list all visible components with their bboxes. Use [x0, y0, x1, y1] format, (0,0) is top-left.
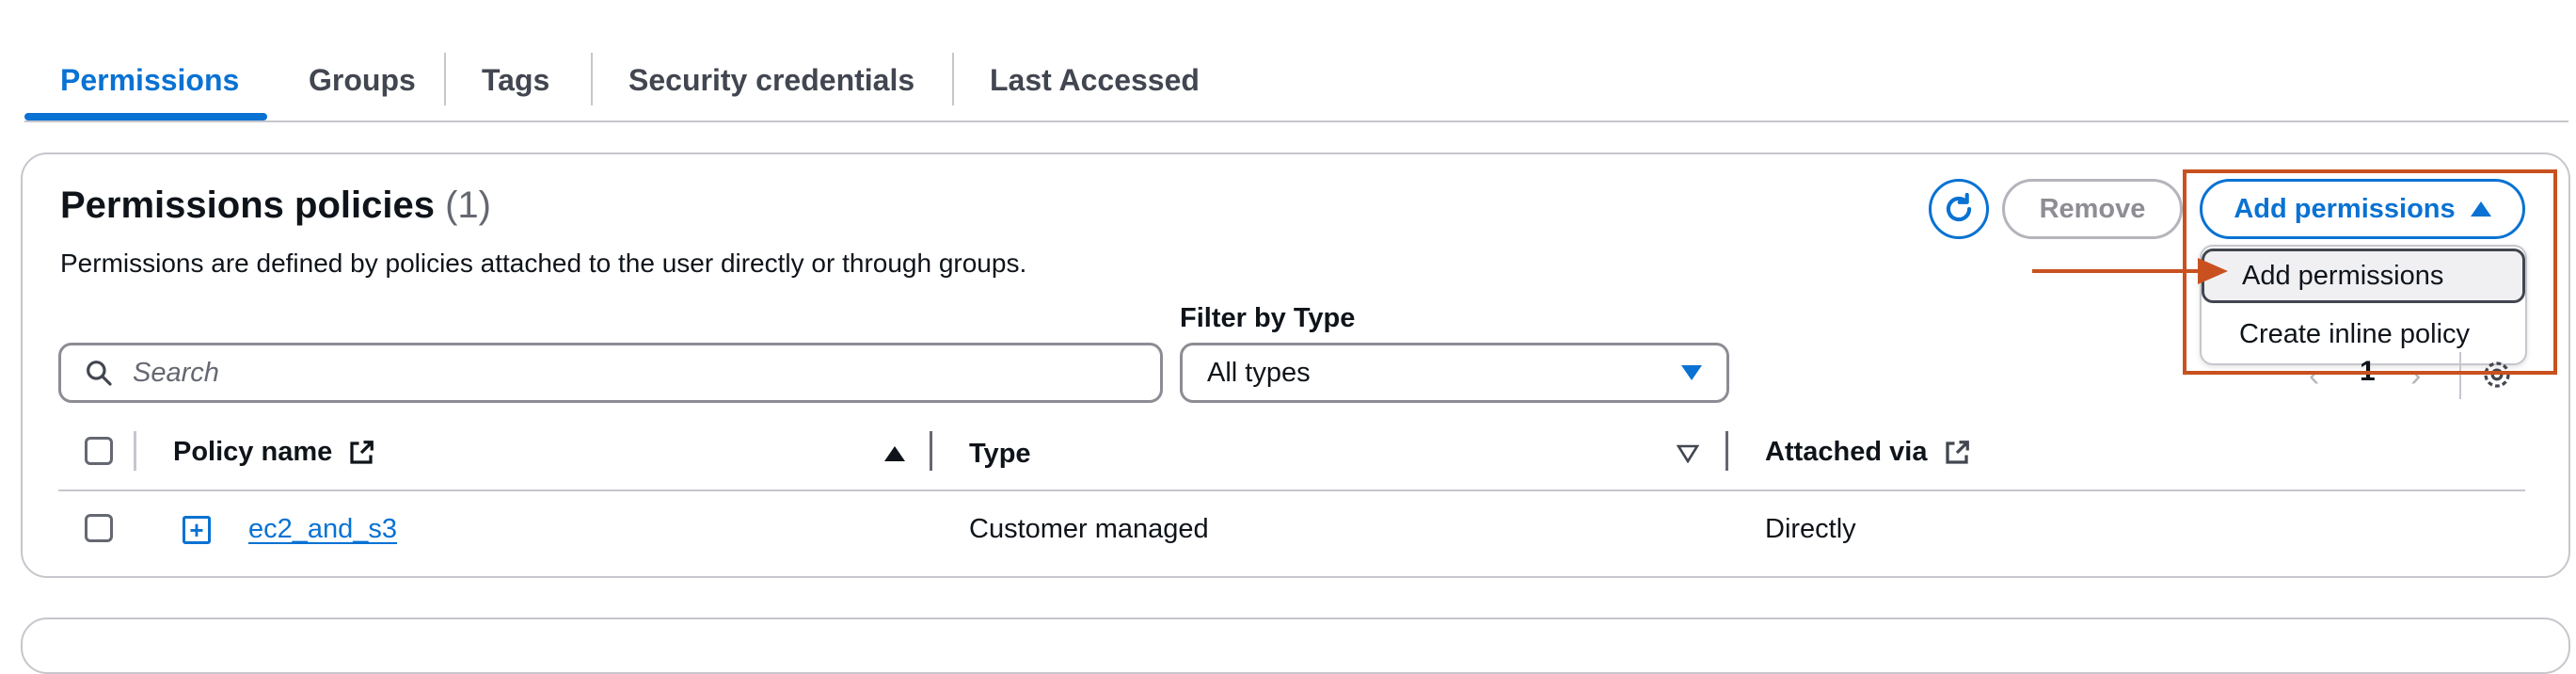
external-link-icon — [1945, 441, 1969, 464]
remove-button[interactable]: Remove — [2002, 179, 2183, 239]
select-all-checkbox[interactable] — [85, 437, 113, 465]
panel-description: Permissions are defined by policies atta… — [60, 249, 1027, 278]
annotation-arrow-icon — [2032, 258, 2228, 284]
active-tab-indicator — [24, 113, 267, 120]
refresh-icon — [1946, 192, 1972, 222]
highlight-box — [2183, 169, 2557, 375]
search-field[interactable] — [58, 343, 1163, 403]
tab-permissions[interactable]: Permissions — [24, 40, 275, 120]
table-header-divider — [58, 489, 2525, 491]
row-checkbox[interactable] — [85, 514, 113, 542]
tab-tags[interactable]: Tags — [446, 40, 585, 120]
panel-title: Permissions policies (1) — [60, 185, 491, 227]
search-input[interactable] — [131, 356, 1156, 390]
type-filter-select[interactable]: All types — [1180, 343, 1729, 403]
tab-bar: Permissions Groups Tags Security credent… — [24, 40, 2568, 122]
column-header-attached-via[interactable]: Attached via — [1765, 437, 1971, 468]
attached-via-cell: Directly — [1765, 514, 1856, 544]
caret-down-icon — [1681, 365, 1702, 380]
attached-via-header-label: Attached via — [1765, 437, 1928, 467]
column-header-type[interactable]: Type — [969, 439, 1031, 470]
sort-descending-icon[interactable] — [1677, 444, 1699, 463]
column-divider — [134, 431, 136, 471]
tab-groups[interactable]: Groups — [273, 40, 452, 120]
policy-name-header-label: Policy name — [173, 437, 333, 467]
column-header-policy-name[interactable]: Policy name — [173, 437, 375, 468]
column-divider[interactable] — [1725, 431, 1728, 471]
panel-title-text: Permissions policies — [60, 185, 435, 226]
column-divider[interactable] — [930, 431, 932, 471]
filter-by-type-label: Filter by Type — [1180, 303, 1356, 333]
search-icon — [87, 361, 112, 386]
sort-ascending-icon[interactable] — [884, 446, 905, 461]
policy-count: (1) — [445, 185, 491, 226]
policy-name-link[interactable]: ec2_and_s3 — [248, 514, 397, 545]
refresh-button[interactable] — [1929, 179, 1989, 239]
expand-row-icon[interactable]: + — [183, 516, 211, 544]
external-link-icon — [350, 441, 374, 464]
next-panel — [21, 618, 2570, 674]
tab-last-accessed[interactable]: Last Accessed — [954, 40, 1235, 120]
tab-security-credentials[interactable]: Security credentials — [593, 40, 950, 120]
policy-type-cell: Customer managed — [969, 514, 1209, 544]
type-filter-value: All types — [1207, 357, 1311, 388]
